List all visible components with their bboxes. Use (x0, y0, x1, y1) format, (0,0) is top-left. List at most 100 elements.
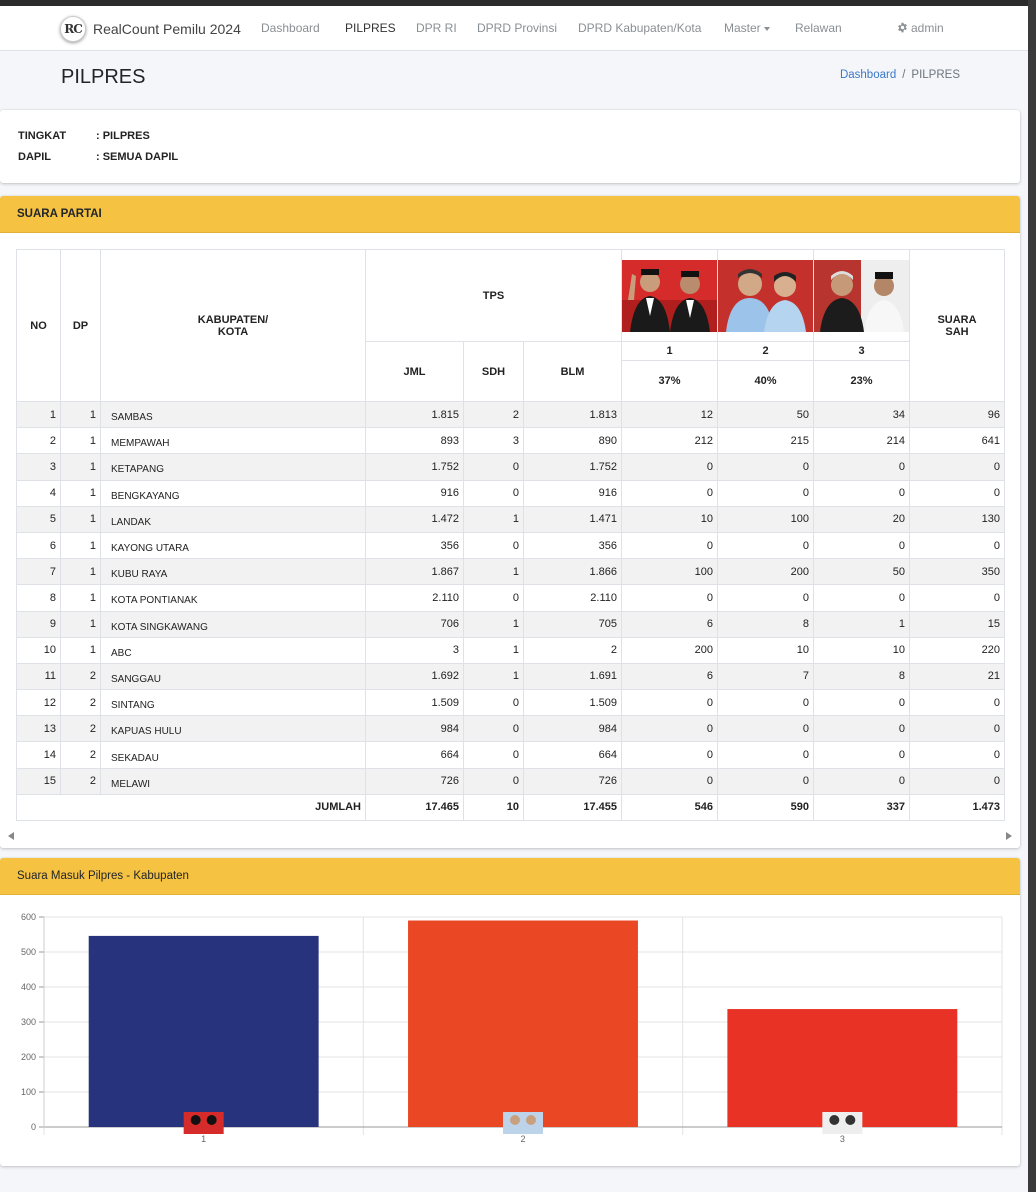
brand-logo-icon: RC (60, 16, 86, 42)
col-header-suara-sah-line1: SUARA (937, 313, 977, 326)
row-candidate-2: 0 (717, 767, 814, 795)
brand-link[interactable]: RC RealCount Pemilu 2024 (60, 16, 241, 42)
row-dp: 2 (60, 662, 101, 691)
col-header-suara-sah-line2: SAH (945, 325, 969, 338)
nav-dpr-ri[interactable]: DPR RI (416, 21, 457, 35)
row-jml: 1.815 (365, 400, 464, 429)
row-blm: 1.691 (523, 662, 622, 691)
row-sdh: 0 (463, 531, 524, 560)
row-jml: 1.472 (365, 505, 464, 533)
row-jml: 726 (365, 767, 464, 795)
y-tick-label: 0 (31, 1122, 36, 1132)
suara-partai-card: SUARA PARTAI NO DP KABUPATEN/KOTA TPS SU… (0, 196, 1020, 848)
total-row: JUMLAH 17.465 10 17.455 546 590 337 1.47… (16, 793, 1005, 822)
row-kabupaten-name: LANDAK (100, 505, 366, 533)
row-jml: 3 (365, 636, 464, 664)
table-row: 8 1 KOTA PONTIANAK 2.110 0 2.110 0 0 0 0 (16, 584, 1005, 612)
col-header-kabupaten-line1: KABUPATEN/ (197, 313, 269, 326)
nav-relawan[interactable]: Relawan (795, 21, 842, 35)
scroll-left-arrow-icon[interactable] (8, 832, 14, 840)
filter-info-card: TINGKAT: PILPRES DAPIL: SEMUA DAPIL (0, 110, 1020, 183)
y-tick-label: 100 (21, 1087, 36, 1097)
table-row: 11 2 SANGGAU 1.692 1 1.691 6 7 8 21 (16, 662, 1005, 691)
row-candidate-1: 12 (621, 400, 718, 429)
row-candidate-1: 0 (621, 584, 718, 612)
row-kabupaten-name: BENGKAYANG (100, 479, 366, 507)
row-dp: 1 (60, 558, 101, 586)
row-kabupaten-name: SANGGAU (100, 662, 366, 691)
row-blm: 356 (523, 531, 622, 560)
row-dp: 1 (60, 453, 101, 481)
row-candidate-1: 0 (621, 453, 718, 481)
row-dp: 1 (60, 400, 101, 429)
row-suara-sah: 220 (909, 636, 1005, 664)
row-sdh: 0 (463, 767, 524, 795)
nav-dprd-kabupaten[interactable]: DPRD Kabupaten/Kota (578, 21, 701, 35)
row-dp: 1 (60, 636, 101, 664)
nav-master-dropdown[interactable]: Master (724, 21, 770, 35)
col-header-kabupaten: KABUPATEN/KOTA (100, 249, 366, 402)
y-tick-label: 400 (21, 982, 36, 992)
total-jml: 17.465 (365, 793, 464, 822)
nav-dashboard[interactable]: Dashboard (261, 21, 320, 35)
bar-candidate-photo-icon-face (190, 1115, 201, 1125)
row-candidate-1: 0 (621, 767, 718, 795)
row-jml: 2.110 (365, 584, 464, 612)
y-tick-label: 600 (21, 912, 36, 922)
user-name: admin (911, 21, 944, 35)
candidate-2-photo-cell (717, 249, 814, 342)
row-sdh: 0 (463, 715, 524, 743)
row-dp: 1 (60, 610, 101, 638)
dapil-label: DAPIL (18, 151, 51, 163)
table-scroll-container[interactable]: NO DP KABUPATEN/KOTA TPS SUARA SAH JML S… (16, 249, 1005, 822)
breadcrumb-home-link[interactable]: Dashboard (840, 69, 896, 81)
row-sdh: 1 (463, 636, 524, 664)
row-kabupaten-name: ABC (100, 636, 366, 664)
row-dp: 2 (60, 715, 101, 743)
row-candidate-1: 0 (621, 741, 718, 769)
row-jml: 664 (365, 741, 464, 769)
row-dp: 1 (60, 505, 101, 533)
row-suara-sah: 350 (909, 558, 1005, 586)
row-candidate-3: 34 (813, 400, 910, 429)
table-row: 4 1 BENGKAYANG 916 0 916 0 0 0 0 (16, 479, 1005, 507)
row-kabupaten-name: KAYONG UTARA (100, 531, 366, 560)
scroll-right-arrow-icon[interactable] (1006, 832, 1012, 840)
row-kabupaten-name: SAMBAS (100, 400, 366, 429)
table-row: 5 1 LANDAK 1.472 1 1.471 10 100 20 130 (16, 505, 1005, 533)
gear-icon (898, 22, 907, 33)
row-suara-sah: 641 (909, 427, 1005, 455)
bar-candidate-1 (88, 935, 319, 1127)
row-suara-sah: 96 (909, 400, 1005, 429)
row-jml: 1.867 (365, 558, 464, 586)
brand-name: RealCount Pemilu 2024 (93, 21, 241, 37)
row-candidate-1: 212 (621, 427, 718, 455)
bar-candidate-photo-icon-face (510, 1115, 520, 1125)
row-candidate-1: 0 (621, 531, 718, 560)
total-blm: 17.455 (523, 793, 622, 822)
total-label: JUMLAH (16, 793, 366, 822)
row-jml: 1.509 (365, 689, 464, 717)
candidate-1-number: 1 (621, 341, 718, 361)
row-no: 10 (16, 636, 61, 664)
row-no: 4 (16, 479, 61, 507)
row-no: 5 (16, 505, 61, 533)
row-no: 6 (16, 531, 61, 560)
y-tick-label: 200 (21, 1052, 36, 1062)
row-candidate-3: 0 (813, 479, 910, 507)
row-blm: 2.110 (523, 584, 622, 612)
row-candidate-3: 0 (813, 584, 910, 612)
row-candidate-1: 0 (621, 689, 718, 717)
row-candidate-1: 0 (621, 479, 718, 507)
row-no: 2 (16, 427, 61, 455)
y-tick-label: 300 (21, 1017, 36, 1027)
bar-candidate-3 (727, 1009, 958, 1127)
user-menu[interactable]: admin (897, 21, 944, 35)
row-no: 12 (16, 689, 61, 717)
candidate-2-percent: 40% (717, 360, 814, 402)
row-candidate-1: 6 (621, 662, 718, 691)
row-blm: 916 (523, 479, 622, 507)
nav-pilpres[interactable]: PILPRES (345, 21, 396, 35)
nav-dprd-provinsi[interactable]: DPRD Provinsi (477, 21, 557, 35)
row-kabupaten-name: KUBU RAYA (100, 558, 366, 586)
